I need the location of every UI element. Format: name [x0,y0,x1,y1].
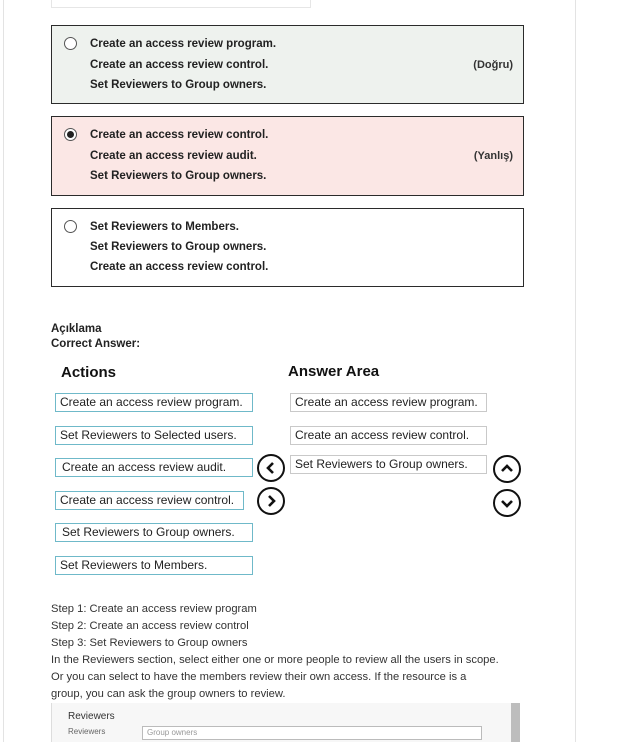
radio-icon[interactable] [64,220,77,233]
answer-option-1[interactable]: Create an access review program. Create … [51,25,524,104]
option-line: Create an access review program. [90,38,277,50]
answer-area-image: Actions Answer Area Create an access rev… [51,353,525,585]
option-line: Create an access review control. [90,261,269,273]
move-up-icon[interactable] [493,455,521,483]
move-left-icon[interactable] [257,454,285,482]
reviewers-sublabel: Reviewers [68,727,106,736]
move-right-icon[interactable] [257,487,285,515]
screenshot-scrollbar [511,703,520,742]
action-item[interactable]: Create an access review program. [55,393,253,412]
move-down-icon[interactable] [493,489,521,517]
reviewers-screenshot: Reviewers Reviewers Group owners [51,703,520,742]
step-line: Step 2: Create an access review control [51,620,249,632]
answer-item[interactable]: Create an access review control. [290,426,487,445]
radio-icon[interactable] [64,128,77,141]
option-line: Set Reviewers to Members. [90,221,239,233]
action-item[interactable]: Set Reviewers to Selected users. [55,426,253,445]
step-line: Step 3: Set Reviewers to Group owners [51,637,248,649]
step-line: Step 1: Create an access review program [51,603,257,615]
option-line: Set Reviewers to Group owners. [90,79,267,91]
verdict-badge: (Doğru) [473,59,513,71]
action-item[interactable]: Set Reviewers to Group owners. [55,523,253,542]
action-item[interactable]: Create an access review control. [55,491,244,510]
option-line: Set Reviewers to Group owners. [90,241,267,253]
answer-item[interactable]: Set Reviewers to Group owners. [290,455,487,474]
option-line: Create an access review control. [90,129,269,141]
radio-icon[interactable] [64,37,77,50]
answer-option-2[interactable]: Create an access review control. Create … [51,116,524,196]
action-item[interactable]: Set Reviewers to Members. [55,556,253,575]
action-item[interactable]: Create an access review audit. [55,458,253,477]
answer-item[interactable]: Create an access review program. [290,393,487,412]
explanation-text: Step 1: Create an access review program … [51,601,501,703]
reviewers-label: Reviewers [68,711,115,722]
option-line: Create an access review control. [90,59,269,71]
answer-area-title: Answer Area [288,363,380,380]
explanation-paragraph: In the Reviewers section, select either … [51,654,499,700]
option-line: Set Reviewers to Group owners. [90,170,267,182]
explanation-label: Açıklama [51,323,102,335]
actions-title: Actions [61,364,117,381]
verdict-badge: (Yanlış) [473,150,513,162]
option-line: Create an access review audit. [90,150,257,162]
reviewers-select: Group owners [142,726,482,740]
answer-option-3[interactable]: Set Reviewers to Members. Set Reviewers … [51,208,524,287]
correct-answer-label: Correct Answer: [51,338,141,350]
previous-box-edge [51,0,311,8]
